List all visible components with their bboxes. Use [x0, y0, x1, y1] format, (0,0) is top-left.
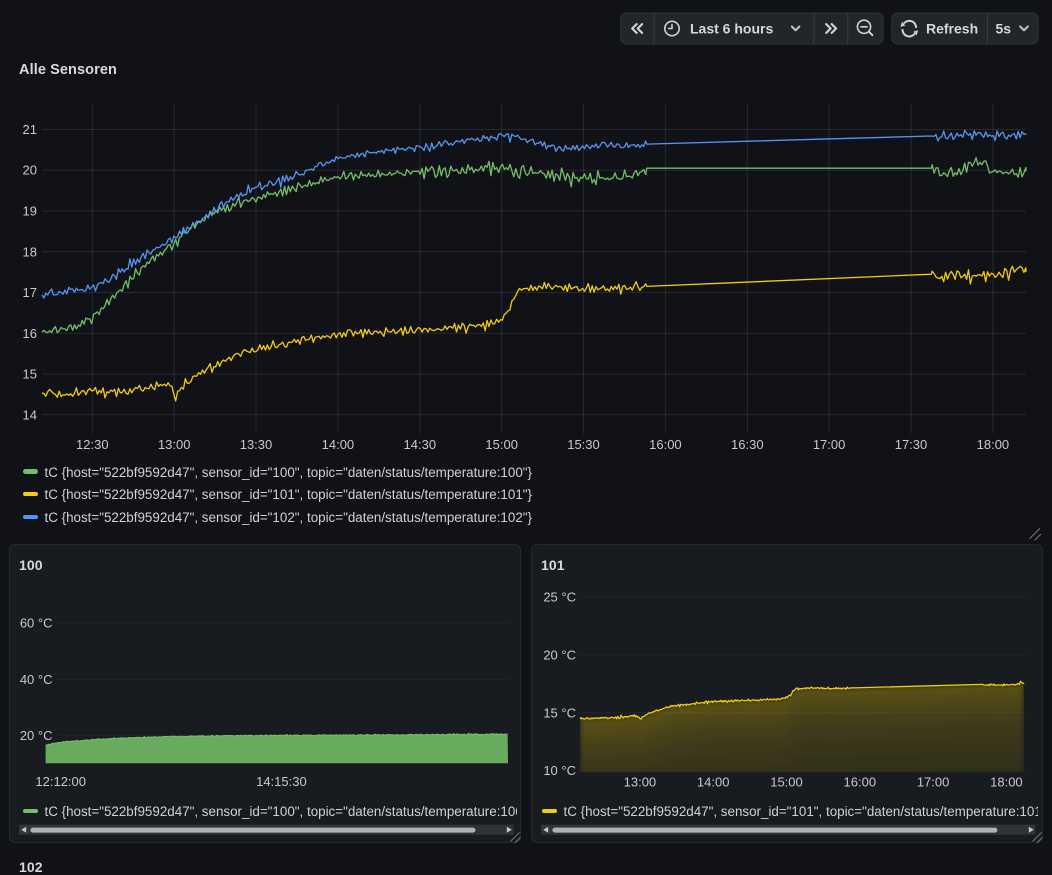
- svg-text:17:30: 17:30: [895, 437, 928, 452]
- svg-text:16:00: 16:00: [844, 775, 877, 790]
- svg-text:19: 19: [23, 204, 37, 219]
- svg-text:20: 20: [23, 163, 37, 178]
- svg-text:14:30: 14:30: [404, 437, 437, 452]
- svg-text:16:30: 16:30: [731, 437, 764, 452]
- svg-text:40 °C: 40 °C: [20, 672, 53, 687]
- svg-text:15 °C: 15 °C: [543, 705, 576, 720]
- svg-text:16:00: 16:00: [649, 437, 682, 452]
- svg-text:18:00: 18:00: [977, 437, 1010, 452]
- svg-text:20 °C: 20 °C: [20, 728, 53, 743]
- svg-text:10 °C: 10 °C: [543, 763, 576, 778]
- svg-text:15:00: 15:00: [485, 437, 518, 452]
- svg-text:20 °C: 20 °C: [543, 647, 576, 662]
- svg-text:12:12:00: 12:12:00: [35, 774, 86, 789]
- svg-text:17:00: 17:00: [813, 437, 846, 452]
- svg-text:17: 17: [23, 285, 37, 300]
- svg-text:15:00: 15:00: [770, 775, 803, 790]
- svg-text:14: 14: [23, 407, 37, 422]
- svg-text:18: 18: [23, 244, 37, 259]
- svg-text:13:00: 13:00: [624, 775, 657, 790]
- svg-text:14:00: 14:00: [697, 775, 730, 790]
- svg-text:15: 15: [23, 367, 37, 382]
- svg-text:13:00: 13:00: [158, 437, 191, 452]
- svg-text:15:30: 15:30: [567, 437, 600, 452]
- svg-text:25 °C: 25 °C: [543, 589, 576, 604]
- svg-text:13:30: 13:30: [240, 437, 273, 452]
- svg-text:14:15:30: 14:15:30: [256, 774, 307, 789]
- svg-text:17:00: 17:00: [917, 775, 950, 790]
- svg-text:21: 21: [23, 122, 37, 137]
- svg-text:60 °C: 60 °C: [20, 616, 53, 631]
- svg-text:12:30: 12:30: [76, 437, 109, 452]
- svg-text:16: 16: [23, 326, 37, 341]
- svg-text:14:00: 14:00: [322, 437, 355, 452]
- svg-text:18:00: 18:00: [990, 775, 1023, 790]
